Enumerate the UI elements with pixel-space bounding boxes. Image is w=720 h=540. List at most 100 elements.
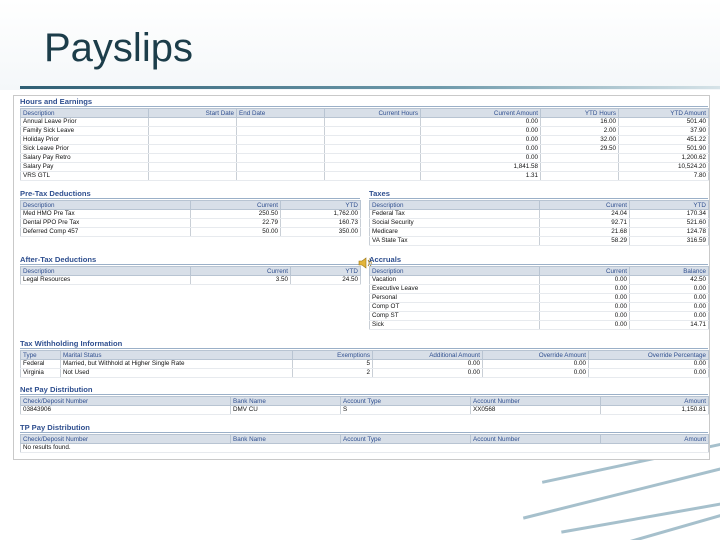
tp-pay-table: Check/Deposit Number Bank Name Account T… (20, 434, 709, 453)
table-cell: Holiday Prior (20, 135, 149, 145)
table-cell: 0.00 (539, 284, 630, 294)
table-cell: 24.04 (539, 209, 630, 219)
col-ytd-hours[interactable]: YTD Hours (540, 108, 619, 118)
col-current[interactable]: Current (190, 266, 291, 276)
col-account-number[interactable]: Account Number (470, 434, 601, 444)
col-balance[interactable]: Balance (629, 266, 709, 276)
table-cell (324, 126, 421, 136)
col-amount[interactable]: Amount (600, 434, 709, 444)
table-cell: 0.00 (420, 144, 541, 154)
table-cell: Vacation (369, 275, 540, 285)
col-check-deposit-number[interactable]: Check/Deposit Number (20, 396, 231, 406)
col-ytd[interactable]: YTD (290, 266, 361, 276)
col-account-type[interactable]: Account Type (340, 396, 471, 406)
table-cell: Executive Leave (369, 284, 540, 294)
col-end-date[interactable]: End Date (236, 108, 325, 118)
table-cell: 1.31 (420, 171, 541, 181)
col-amount[interactable]: Amount (600, 396, 709, 406)
col-description[interactable]: Description (20, 200, 191, 210)
col-current-hours[interactable]: Current Hours (324, 108, 421, 118)
table-cell: Federal Tax (369, 209, 540, 219)
col-check-deposit-number[interactable]: Check/Deposit Number (20, 434, 231, 444)
section-rule (369, 198, 708, 199)
table-row: Annual Leave Prior 0.00 16.00 501.40 (20, 117, 709, 127)
empty-results-text: No results found. (20, 443, 709, 453)
table-cell: 2.00 (540, 126, 619, 136)
table-cell (324, 144, 421, 154)
col-start-date[interactable]: Start Date (148, 108, 237, 118)
table-row: Federal Married, but Withhold at Higher S… (20, 359, 709, 369)
col-account-number[interactable]: Account Number (470, 396, 601, 406)
table-row: Dental PPO Pre Tax 22.79 160.73 (20, 218, 361, 228)
col-current-amount[interactable]: Current Amount (420, 108, 541, 118)
table-cell (236, 126, 325, 136)
col-override-percentage[interactable]: Override Percentage (588, 350, 709, 360)
table-cell: 0.00 (629, 293, 709, 303)
table-cell: 0.00 (482, 359, 589, 369)
table-row: Med HMO Pre Tax 250.50 1,762.00 (20, 209, 361, 219)
table-cell (324, 117, 421, 127)
aftertax-table: Description Current YTD Legal Resources 3… (20, 266, 361, 285)
table-cell: 10,524.20 (618, 162, 709, 172)
table-cell: 0.00 (482, 368, 589, 378)
table-cell: Legal Resources (20, 275, 191, 285)
table-cell: 32.00 (540, 135, 619, 145)
col-ytd-amount[interactable]: YTD Amount (618, 108, 709, 118)
table-row: Deferred Comp 457 50.00 350.00 (20, 227, 361, 237)
col-ytd[interactable]: YTD (629, 200, 709, 210)
table-cell: Med HMO Pre Tax (20, 209, 191, 219)
table-cell (540, 171, 619, 181)
col-exemptions[interactable]: Exemptions (292, 350, 373, 360)
table-row: Comp ST 0.00 0.00 (369, 311, 709, 321)
col-description[interactable]: Description (369, 266, 540, 276)
table-row: Vacation 0.00 42.50 (369, 275, 709, 285)
table-cell (148, 153, 237, 163)
slide-title: Payslips (44, 26, 193, 70)
section-rule (20, 432, 708, 433)
table-cell: 2 (292, 368, 373, 378)
col-current[interactable]: Current (539, 200, 630, 210)
table-cell: Not Used (60, 368, 293, 378)
col-bank-name[interactable]: Bank Name (230, 396, 341, 406)
table-row: Virginia Not Used 2 0.00 0.00 0.00 (20, 368, 709, 378)
table-cell: 14.71 (629, 320, 709, 330)
table-cell (236, 162, 325, 172)
table-cell: 501.90 (618, 144, 709, 154)
table-cell: Virginia (20, 368, 61, 378)
col-marital-status[interactable]: Marital Status (60, 350, 293, 360)
col-current[interactable]: Current (190, 200, 281, 210)
payslip-screenshot: Hours and Earnings Description Start Dat… (13, 95, 710, 460)
table-cell: 316.59 (629, 236, 709, 246)
table-cell: VA State Tax (369, 236, 540, 246)
table-cell: 24.50 (290, 275, 361, 285)
tax-withholding-title: Tax Withholding Information (20, 339, 123, 348)
table-row: Family Sick Leave 0.00 2.00 37.90 (20, 126, 709, 136)
table-cell: 0.00 (588, 368, 709, 378)
table-cell (324, 171, 421, 181)
col-override-amount[interactable]: Override Amount (482, 350, 589, 360)
table-cell: 16.00 (540, 117, 619, 127)
section-rule (20, 198, 360, 199)
table-cell: 170.34 (629, 209, 709, 219)
col-description[interactable]: Description (20, 266, 191, 276)
table-cell: 1,150.81 (600, 405, 709, 415)
col-ytd[interactable]: YTD (280, 200, 361, 210)
col-description[interactable]: Description (369, 200, 540, 210)
col-description[interactable]: Description (20, 108, 149, 118)
section-rule (20, 348, 708, 349)
table-cell: Comp ST (369, 311, 540, 321)
col-account-type[interactable]: Account Type (340, 434, 471, 444)
table-cell: 0.00 (629, 311, 709, 321)
table-cell: 521.60 (629, 218, 709, 228)
table-cell: 0.00 (588, 359, 709, 369)
hours-earnings-table: Description Start Date End Date Current … (20, 108, 709, 181)
col-current[interactable]: Current (539, 266, 630, 276)
table-row: Medicare 21.68 124.78 (369, 227, 709, 237)
table-cell: 92.71 (539, 218, 630, 228)
col-additional-amount[interactable]: Additional Amount (372, 350, 483, 360)
table-cell: 29.50 (540, 144, 619, 154)
col-type[interactable]: Type (20, 350, 61, 360)
table-cell (148, 171, 237, 181)
col-bank-name[interactable]: Bank Name (230, 434, 341, 444)
table-cell: Medicare (369, 227, 540, 237)
